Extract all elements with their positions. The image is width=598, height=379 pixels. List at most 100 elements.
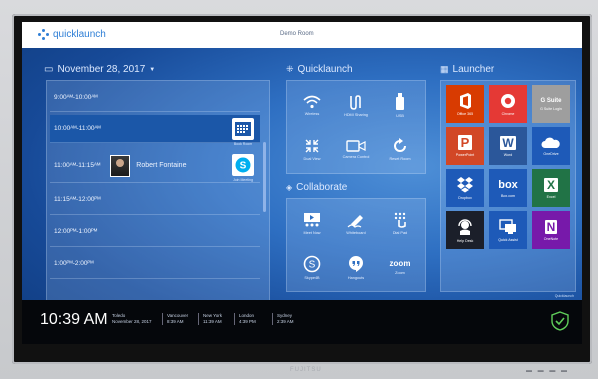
word-icon: W [500, 135, 516, 150]
zoom-button[interactable]: zoom Zoom [379, 247, 421, 287]
slot-time: 1:00ᴾᴹ-2:00ᴾᴹ [54, 260, 94, 267]
world-clock-sydney: Sydney 2:39 AM [272, 313, 294, 325]
chevron-down-icon: ▼ [149, 66, 156, 73]
organizer-name: Robert Fontaine [136, 162, 187, 169]
box-app[interactable]: box Box.com [489, 169, 527, 207]
skype-icon: S [303, 255, 321, 272]
calendar-slot[interactable]: 11:15ᴬᴹ-12:00ᴾᴹ [50, 185, 260, 215]
avatar [110, 154, 131, 177]
headset-icon [458, 218, 472, 235]
world-clock-new-york: New York 11:39 AM [198, 313, 222, 325]
collaborate-title: Collaborate [296, 182, 348, 193]
calendar-slot[interactable]: 1:00ᴾᴹ-2:00ᴾᴹ [50, 249, 260, 279]
skype4b-button[interactable]: S Skype4B [291, 247, 333, 287]
quicklaunch-icon: ⁜ [286, 64, 294, 74]
chrome-icon [501, 93, 515, 108]
dual-view-button[interactable]: Dual View [291, 129, 333, 169]
join-meeting-label: Join Meeting [233, 178, 253, 182]
calendar-grid-icon [235, 122, 251, 136]
box-icon: box [498, 178, 518, 191]
office365-app[interactable]: Office 365 [446, 85, 484, 123]
hdmi-icon [350, 94, 361, 110]
quick-assist-app[interactable]: Quick Assist [489, 211, 527, 249]
quicklaunch-tagline: Quicklaunch [554, 294, 574, 298]
book-room-label: Book Room [233, 142, 253, 146]
collaborate-panel: Meet Now Whiteboard Dial Pad S Skype4B H… [286, 198, 426, 292]
hangouts-icon [349, 255, 363, 272]
launcher-header: ▦ Launcher [440, 64, 494, 75]
office-icon [460, 92, 471, 109]
display-brand: FUJITSU [290, 367, 322, 373]
clock: 10:39 AM [40, 311, 108, 328]
meet-now-button[interactable]: Meet Now [291, 203, 333, 243]
display-indicators: ▬ ▬ ▬ ▬ [526, 368, 570, 374]
meet-now-icon [304, 212, 320, 226]
top-bar: quicklaunch Demo Room [22, 22, 582, 48]
quicklaunch-title: Quicklaunch [297, 64, 353, 75]
quicklaunch-panel: Wireless HDMI Sharing USB Dual View Came… [286, 80, 426, 174]
calendar-date-picker[interactable]: ▭ November 28, 2017 ▼ [44, 64, 155, 75]
dial-pad-button[interactable]: Dial Pad [379, 203, 421, 243]
excel-icon: X [543, 177, 558, 192]
slot-time: 12:00ᴾᴹ-1:00ᴾᴹ [54, 228, 98, 235]
dropbox-icon [457, 176, 473, 192]
onenote-icon: N [544, 219, 558, 234]
reset-room-button[interactable]: Reset Room [379, 129, 421, 169]
zoom-icon: zoom [389, 259, 411, 268]
calendar-slot[interactable]: 11:00ᴬᴹ-11:15ᴬᴹ Robert Fontaine S Join M… [50, 149, 260, 183]
quick-assist-icon [499, 218, 516, 234]
calendar-date: November 28, 2017 [57, 64, 146, 75]
svg-text:S: S [240, 161, 247, 172]
gsuite-icon: G Suite [540, 97, 562, 104]
chrome-app[interactable]: Chrome [489, 85, 527, 123]
logo-text: quicklaunch [53, 29, 106, 40]
calendar-slot-active[interactable]: 10:00ᴬᴹ-11:00ᴬᴹ Book Room [50, 115, 260, 146]
slot-time: 11:15ᴬᴹ-12:00ᴾᴹ [54, 196, 101, 203]
world-clock-london: London 4:39 PM [234, 313, 256, 325]
calendar-scrollbar[interactable] [263, 142, 266, 212]
powerpoint-app[interactable]: P PowerPoint [446, 127, 484, 165]
quicklaunch-header: ⁜ Quicklaunch [286, 64, 353, 75]
collaborate-icon: ◈ [286, 183, 293, 192]
help-desk-app[interactable]: Help Desk [446, 211, 484, 249]
excel-app[interactable]: X Excel [532, 169, 570, 207]
app-logo: quicklaunch [38, 29, 106, 40]
collaborate-header: ◈ Collaborate [286, 182, 347, 193]
calendar-icon: ▭ [44, 64, 54, 75]
usb-icon [396, 92, 404, 110]
screen: quicklaunch Demo Room ▭ November 28, 201… [22, 22, 582, 344]
wifi-icon [303, 95, 321, 108]
word-app[interactable]: W Word [489, 127, 527, 165]
reset-icon [394, 137, 406, 152]
dual-view-icon [305, 139, 319, 152]
hangouts-button[interactable]: Hangouts [335, 247, 377, 287]
launcher-grid-icon: ▦ [440, 64, 449, 74]
calendar-slot[interactable]: 12:00ᴾᴹ-1:00ᴾᴹ [50, 217, 260, 247]
book-room-button[interactable]: Book Room [232, 118, 254, 146]
launcher-title: Launcher [452, 64, 495, 75]
world-clock-vancouver: Vancouver 8:39 AM [162, 313, 188, 325]
world-clock-toledo: Toledo November 28, 2017 [112, 313, 152, 324]
logo-icon [38, 29, 49, 40]
dropbox-app[interactable]: Dropbox [446, 169, 484, 207]
shield-check-icon[interactable] [550, 311, 570, 331]
hdmi-sharing-button[interactable]: HDMI Sharing [335, 85, 377, 125]
calendar-slot[interactable]: 9:00ᴬᴹ-10:00ᴬᴹ [50, 84, 260, 112]
onenote-app[interactable]: N OneNote [532, 211, 570, 249]
launcher-panel: Office 365 Chrome G Suite G Suite Login … [440, 80, 576, 292]
whiteboard-icon [347, 214, 363, 228]
calendar-panel: 9:00ᴬᴹ-10:00ᴬᴹ 10:00ᴬᴹ-11:00ᴬᴹ Book Room… [46, 80, 270, 304]
gsuite-app[interactable]: G Suite G Suite Login [532, 85, 570, 123]
whiteboard-button[interactable]: Whiteboard [335, 203, 377, 243]
onedrive-app[interactable]: OneDrive [532, 127, 570, 165]
camera-control-button[interactable]: Camera Control [335, 129, 377, 169]
usb-button[interactable]: USB [379, 85, 421, 125]
join-meeting-button[interactable]: S Join Meeting [232, 154, 254, 182]
wireless-button[interactable]: Wireless [291, 85, 333, 125]
slot-time: 9:00ᴬᴹ-10:00ᴬᴹ [54, 94, 98, 101]
slot-time: 11:00ᴬᴹ-11:15ᴬᴹ [54, 162, 101, 169]
svg-text:S: S [309, 259, 316, 270]
camera-icon [346, 139, 366, 152]
powerpoint-icon: P [457, 135, 473, 150]
skype-icon: S [235, 157, 251, 173]
